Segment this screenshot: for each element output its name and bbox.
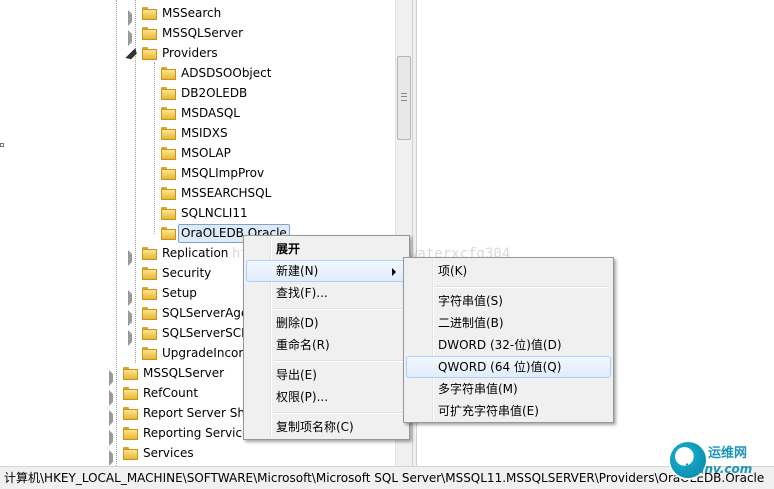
menu-separator bbox=[434, 286, 609, 288]
folder-icon bbox=[161, 147, 176, 160]
menu-item-rename[interactable]: 重命名(R) bbox=[246, 334, 407, 356]
expand-arrow-icon[interactable] bbox=[109, 370, 121, 386]
folder-icon bbox=[142, 327, 157, 340]
logo-name: 运维网 bbox=[708, 446, 748, 461]
folder-icon bbox=[142, 347, 157, 360]
tree-node-label: ADSDSOObject bbox=[181, 66, 272, 80]
menu-item-delete[interactable]: 删除(D) bbox=[246, 312, 407, 334]
tree-node-label: Setup bbox=[162, 286, 197, 300]
site-logo: 运维网 iyunv.com bbox=[668, 440, 772, 486]
submenu-item-expandable-string-value[interactable]: 可扩充字符串值(E) bbox=[406, 400, 611, 422]
folder-icon bbox=[142, 247, 157, 260]
tree-node-label: MSSQLServer bbox=[143, 366, 225, 380]
folder-icon bbox=[161, 187, 176, 200]
menu-separator bbox=[274, 412, 405, 414]
expand-arrow-icon[interactable] bbox=[109, 450, 121, 466]
submenu-item-dword-value[interactable]: DWORD (32-位)值(D) bbox=[406, 334, 611, 356]
folder-icon bbox=[123, 407, 138, 420]
expand-arrow-icon[interactable] bbox=[109, 410, 121, 426]
tree-node-label: Providers bbox=[162, 46, 218, 60]
folder-icon bbox=[161, 227, 176, 240]
folder-icon bbox=[161, 107, 176, 120]
new-submenu: 项(K) 字符串值(S) 二进制值(B) DWORD (32-位)值(D) QW… bbox=[403, 257, 614, 423]
tree-node-label: MSIDXS bbox=[181, 126, 228, 140]
tree-node-label: Security bbox=[162, 266, 212, 280]
submenu-item-qword-value[interactable]: QWORD (64 位)值(Q) bbox=[406, 356, 611, 378]
tree-node-label: MSDASQL bbox=[181, 106, 240, 120]
folder-icon bbox=[161, 207, 176, 220]
expand-arrow-icon[interactable] bbox=[109, 390, 121, 406]
folder-icon bbox=[123, 387, 138, 400]
menu-separator bbox=[274, 360, 405, 362]
context-menu: 展开 新建(N) 查找(F)... 删除(D) 重命名(R) 导出(E) 权限(… bbox=[243, 235, 410, 440]
folder-icon bbox=[161, 67, 176, 80]
expand-arrow-icon[interactable] bbox=[128, 310, 140, 326]
submenu-arrow-icon bbox=[392, 268, 396, 276]
submenu-item-key[interactable]: 项(K) bbox=[406, 260, 611, 282]
expand-arrow-icon[interactable] bbox=[128, 30, 140, 46]
tree-node-label: MSQLImpProv bbox=[181, 166, 265, 180]
scrollbar-thumb[interactable] bbox=[397, 56, 411, 140]
folder-icon bbox=[142, 287, 157, 300]
submenu-item-multi-string-value[interactable]: 多字符串值(M) bbox=[406, 378, 611, 400]
logo-url: iyunv.com bbox=[684, 462, 753, 476]
expand-arrow-icon[interactable] bbox=[109, 430, 121, 446]
menu-item-new-label: 新建(N) bbox=[276, 264, 319, 278]
menu-item-export[interactable]: 导出(E) bbox=[246, 364, 407, 386]
folder-icon bbox=[142, 307, 157, 320]
tree-node-label: Reporting Services bbox=[143, 426, 256, 440]
menu-item-new[interactable]: 新建(N) bbox=[246, 260, 407, 282]
tree-node-label: Services bbox=[143, 446, 194, 460]
tree-node-label: MSSearch bbox=[162, 6, 222, 20]
folder-icon bbox=[161, 167, 176, 180]
folder-icon bbox=[161, 127, 176, 140]
status-bar-path: 计算机\HKEY_LOCAL_MACHINE\SOFTWARE\Microsof… bbox=[4, 471, 765, 485]
folder-icon bbox=[123, 427, 138, 440]
folder-icon bbox=[123, 367, 138, 380]
menu-item-expand[interactable]: 展开 bbox=[246, 238, 407, 260]
submenu-item-binary-value[interactable]: 二进制值(B) bbox=[406, 312, 611, 334]
tree-node-label: DB2OLEDB bbox=[181, 86, 248, 100]
menu-item-permissions[interactable]: 权限(P)... bbox=[246, 386, 407, 408]
menu-item-copy-key-name[interactable]: 复制项名称(C) bbox=[246, 416, 407, 438]
tree-node-label: RefCount bbox=[143, 386, 199, 400]
expand-arrow-icon[interactable] bbox=[128, 250, 140, 266]
tree-node-label: Replication bbox=[162, 246, 229, 260]
folder-icon bbox=[142, 267, 157, 280]
submenu-item-string-value[interactable]: 字符串值(S) bbox=[406, 290, 611, 312]
status-bar: 计算机\HKEY_LOCAL_MACHINE\SOFTWARE\Microsof… bbox=[0, 466, 774, 489]
folder-icon bbox=[123, 447, 138, 460]
folder-icon bbox=[142, 7, 157, 20]
menu-item-find[interactable]: 查找(F)... bbox=[246, 282, 407, 304]
expand-arrow-icon[interactable] bbox=[128, 10, 140, 26]
tree-guide-line bbox=[154, 62, 155, 234]
folder-open-icon bbox=[142, 47, 157, 60]
folder-icon bbox=[161, 87, 176, 100]
tree-node-label: MSSQLServer bbox=[162, 26, 244, 40]
pane-edge-marker bbox=[0, 143, 4, 147]
expand-arrow-icon[interactable] bbox=[128, 330, 140, 346]
tree-node-label: SQLServerSCP bbox=[162, 326, 249, 340]
tree-node-label: MSOLAP bbox=[181, 146, 231, 160]
tree-node-label: MSSEARCHSQL bbox=[181, 186, 272, 200]
grip-icon bbox=[401, 93, 407, 101]
expand-arrow-icon[interactable] bbox=[128, 290, 140, 306]
folder-icon bbox=[142, 27, 157, 40]
tree-node-label: SQLNCLI11 bbox=[181, 206, 248, 220]
menu-separator bbox=[274, 308, 405, 310]
